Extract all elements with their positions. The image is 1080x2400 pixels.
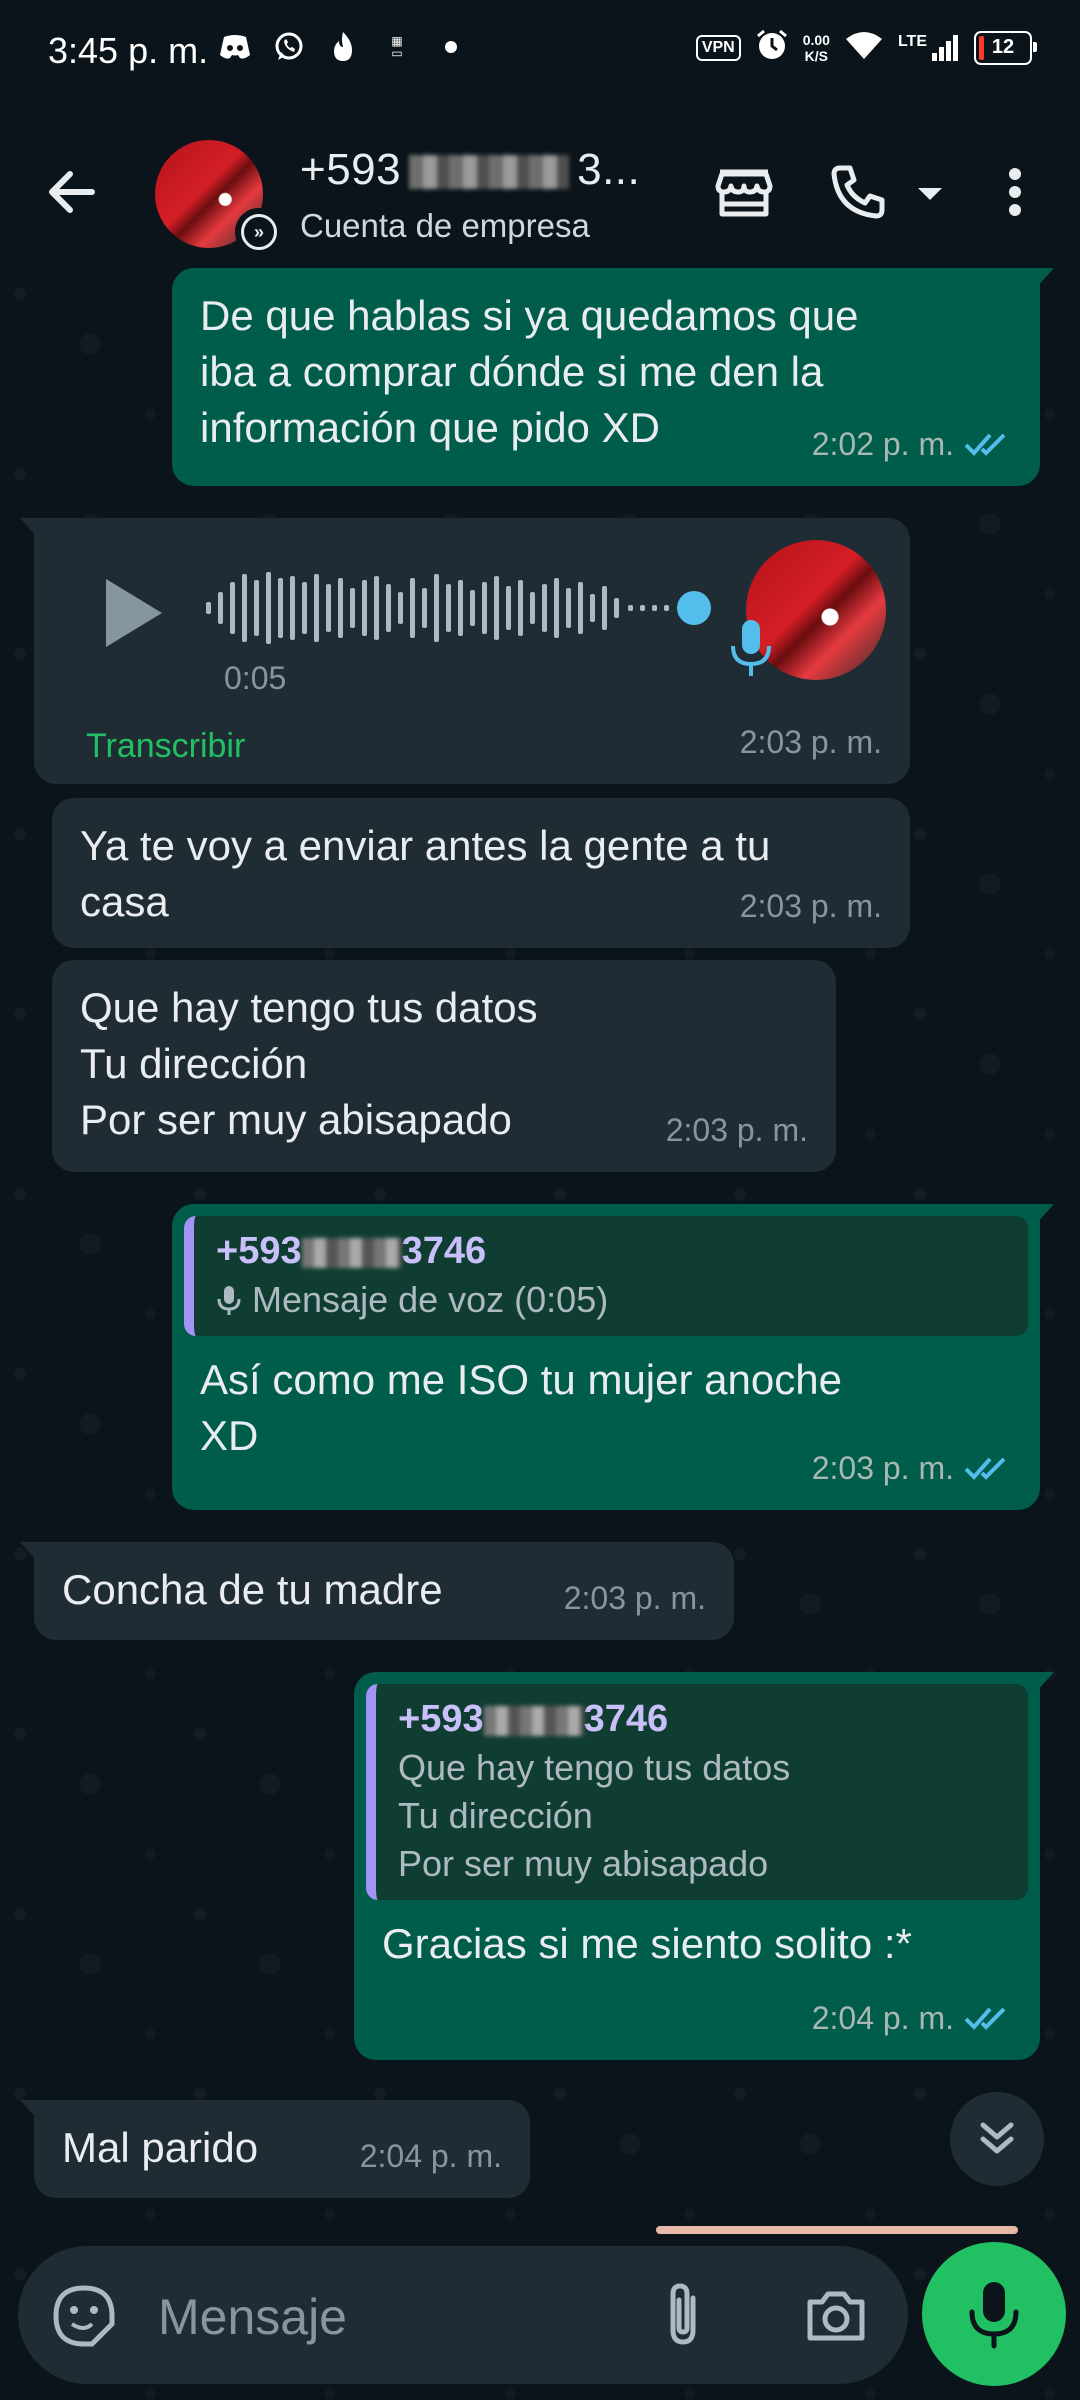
business-badge-icon: »: [235, 208, 283, 256]
message-time: 2:03 p. m.: [563, 1580, 706, 1616]
status-bar: 3:45 p. m. ▦ ▭ VPN 0.00 K/S LTE 12: [0, 0, 1080, 105]
voice-waveform[interactable]: [206, 568, 746, 648]
wifi-icon: [844, 29, 884, 66]
back-arrow-icon[interactable]: [40, 160, 104, 224]
redacted-number: [301, 1237, 402, 1268]
vpn-icon: VPN: [695, 34, 741, 61]
double-chevron-down-icon: [980, 2122, 1014, 2154]
incoming-message[interactable]: Que hay tengo tus datos Tu dirección Por…: [52, 960, 836, 1172]
flame-icon: [326, 30, 360, 64]
temu-icon: ▦ ▭: [391, 34, 403, 60]
message-time: 2:03 p. m.: [665, 1112, 808, 1148]
contact-subtitle: Cuenta de empresa: [300, 207, 590, 244]
quoted-text-line: Tu dirección: [398, 1795, 593, 1836]
battery-icon: 12: [974, 30, 1037, 65]
mic-icon: [729, 618, 773, 678]
chat-header: » +593 3... Cuenta de empresa: [0, 105, 1080, 275]
transcribe-link[interactable]: Transcribir: [86, 718, 245, 774]
more-options-icon[interactable]: [990, 160, 1040, 224]
notification-icons: ▦ ▭: [218, 30, 468, 64]
sticker-icon[interactable]: [52, 2284, 116, 2353]
signal-icon: LTE: [898, 33, 960, 63]
mic-icon: [217, 1286, 241, 1315]
scroll-to-bottom-button[interactable]: [950, 2092, 1044, 2186]
alarm-icon: [755, 28, 789, 67]
camera-icon[interactable]: [804, 2286, 868, 2349]
quoted-message[interactable]: +593 3746 Mensaje de voz (0:05): [184, 1216, 1028, 1336]
redacted-number: [409, 155, 570, 190]
quoted-sender: +593 3746: [398, 1698, 669, 1740]
outgoing-message[interactable]: De que hablas si ya quedamos que iba a c…: [172, 268, 1054, 486]
incoming-message[interactable]: Ya te voy a enviar antes la gente a tu c…: [52, 798, 910, 948]
message-line: Tu dirección: [80, 1040, 308, 1087]
mic-icon: [969, 2282, 1019, 2349]
incoming-voice-message[interactable]: 0:05 Transcribir 2:03 p. m.: [20, 518, 910, 784]
outgoing-reply-message[interactable]: +593 3746 Que hay tengo tus datos Tu dire…: [354, 1672, 1054, 2060]
quoted-text-line: Que hay tengo tus datos: [398, 1747, 791, 1788]
message-line: Gracias si me siento solito :*: [382, 1920, 912, 1967]
quoted-message[interactable]: +593 3746 Que hay tengo tus datos Tu dire…: [366, 1684, 1028, 1900]
incoming-message[interactable]: Concha de tu madre 2:03 p. m.: [20, 1542, 734, 1640]
message-time: 2:04 p. m.: [359, 2138, 502, 2174]
message-time: 2:02 p. m.: [812, 416, 1012, 472]
outgoing-reply-message[interactable]: +593 3746 Mensaje de voz (0:05) Así como …: [172, 1204, 1054, 1510]
contact-name[interactable]: +593 3...: [300, 145, 640, 195]
read-ticks-icon: [964, 2007, 1006, 2030]
voice-record-button[interactable]: [922, 2242, 1066, 2386]
redacted-number: [483, 1705, 584, 1736]
call-icon[interactable]: [826, 160, 890, 224]
message-line: De que hablas si ya quedamos que: [200, 292, 859, 339]
system-icons: VPN 0.00 K/S LTE 12: [695, 28, 1037, 67]
read-ticks-icon: [964, 1457, 1006, 1480]
message-input-bar[interactable]: Mensaje: [18, 2246, 908, 2384]
quoted-sender: +593 3746: [216, 1230, 487, 1272]
voice-duration: 0:05: [224, 660, 287, 696]
quoted-voice-note: Mensaje de voz (0:05): [216, 1276, 1008, 1324]
whatsapp-icon: [272, 30, 306, 64]
message-line: Ya te voy a enviar antes la gente a tu: [80, 822, 771, 869]
message-line: Así como me ISO tu mujer anoche: [200, 1356, 842, 1403]
discord-icon: [218, 30, 252, 64]
message-line: iba a comprar dónde si me den la: [200, 348, 824, 395]
dot-icon: [434, 30, 468, 64]
message-time: 2:03 p. m.: [812, 1440, 1012, 1496]
message-time: 2:03 p. m.: [739, 724, 882, 760]
message-time: 2:03 p. m.: [739, 888, 882, 924]
message-time: 2:04 p. m.: [812, 1990, 1012, 2046]
call-dropdown-icon[interactable]: [910, 160, 950, 224]
message-input[interactable]: Mensaje: [158, 2288, 347, 2346]
store-icon[interactable]: [712, 160, 776, 224]
speed-indicator: 0.00 K/S: [802, 31, 830, 64]
status-time: 3:45 p. m.: [48, 30, 209, 71]
quoted-text-line: Por ser muy abisapado: [398, 1843, 769, 1884]
attach-icon[interactable]: [658, 2280, 708, 2355]
play-icon[interactable]: [98, 573, 168, 653]
incoming-message[interactable]: Mal parido 2:04 p. m.: [20, 2100, 530, 2198]
swipe-indicator: [656, 2226, 1018, 2234]
read-ticks-icon: [964, 433, 1006, 456]
message-line: Que hay tengo tus datos: [80, 984, 538, 1031]
